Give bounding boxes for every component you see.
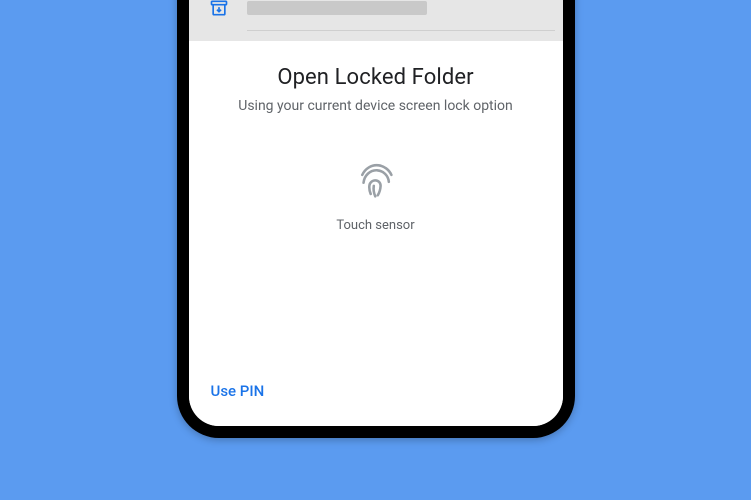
use-pin-button[interactable]: Use PIN <box>209 378 267 404</box>
placeholder-text-bar <box>247 1 427 15</box>
fingerprint-sensor-area[interactable]: Touch sensor <box>189 158 563 364</box>
sensor-label: Touch sensor <box>336 218 414 233</box>
archive-box-icon <box>209 0 229 18</box>
auth-bottom-sheet: Open Locked Folder Using your current de… <box>189 41 563 426</box>
sheet-title: Open Locked Folder <box>189 65 563 90</box>
list-divider <box>247 30 555 31</box>
sheet-subtitle: Using your current device screen lock op… <box>189 98 563 114</box>
sheet-actions: Use PIN <box>189 364 563 426</box>
phone-screen: Open Locked Folder Using your current de… <box>189 0 563 426</box>
list-item <box>189 0 563 30</box>
phone-frame: Open Locked Folder Using your current de… <box>177 0 575 438</box>
background-list-area <box>189 0 563 41</box>
fingerprint-icon <box>354 158 398 202</box>
